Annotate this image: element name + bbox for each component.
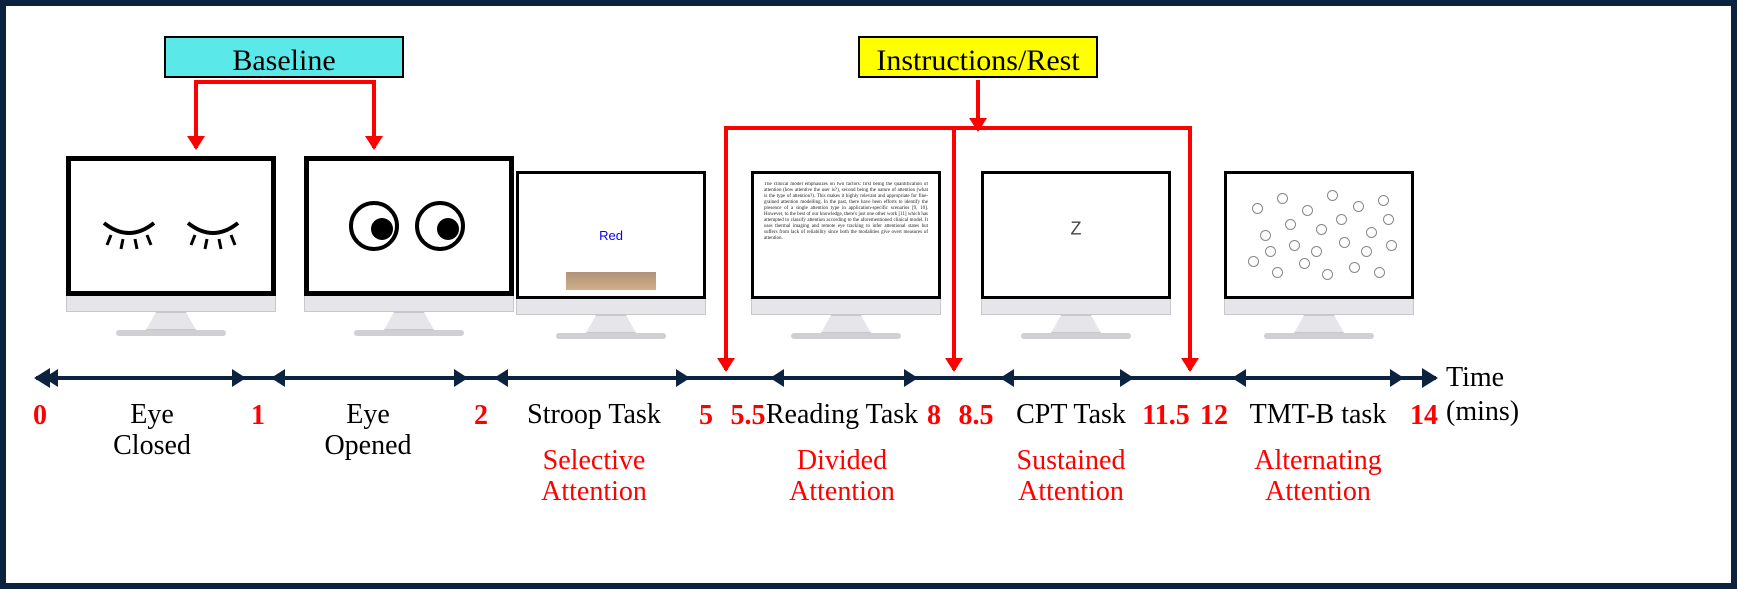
segment-arrow <box>44 376 246 380</box>
axis-time-label: Time <box>1446 362 1504 394</box>
task-label: EyeClosed <box>113 400 191 462</box>
legend-instructions: Instructions/Rest <box>858 36 1098 78</box>
eye-open-icon <box>413 199 468 254</box>
reading-text: The clinical model emphasizes on two fac… <box>764 182 928 288</box>
timeline-axis <box>36 376 1436 380</box>
monitor-stroop: Red <box>516 171 706 339</box>
time-mark: 2 <box>474 400 488 432</box>
arrow-down-icon <box>952 126 956 370</box>
arrow-down-icon <box>1188 126 1192 370</box>
monitor-eye-opened <box>304 156 514 336</box>
segment-arrow <box>770 376 918 380</box>
stroop-word: Red <box>599 228 623 243</box>
stroop-image-icon <box>566 272 656 290</box>
arrow-down-icon <box>372 80 376 148</box>
task-label: EyeOpened <box>324 400 411 462</box>
attention-label: SustainedAttention <box>1017 446 1126 508</box>
eye-closed-icon <box>99 211 159 251</box>
eye-open-icon <box>347 199 402 254</box>
time-mark: 1 <box>251 400 265 432</box>
arrow-down-icon <box>194 80 198 148</box>
attention-label: DividedAttention <box>789 446 895 508</box>
time-mark: 11.5 <box>1142 400 1189 432</box>
legend-baseline: Baseline <box>164 36 404 78</box>
monitor-reading: The clinical model emphasizes on two fac… <box>751 171 941 339</box>
connector <box>976 80 980 130</box>
monitor-eye-closed <box>66 156 276 336</box>
segment-arrow <box>1000 376 1134 380</box>
segment-arrow <box>494 376 690 380</box>
connector <box>196 80 374 84</box>
time-mark: 14 <box>1410 400 1438 432</box>
monitor-cpt: Z <box>981 171 1171 339</box>
time-mark: 8 <box>927 400 941 432</box>
time-mark: 8.5 <box>959 400 994 432</box>
time-mark: 12 <box>1200 400 1228 432</box>
diagram-frame: Baseline Instructions/Rest <box>0 0 1737 589</box>
segment-arrow <box>1232 376 1404 380</box>
segment-arrow <box>271 376 468 380</box>
task-label: TMT-B task <box>1250 400 1387 431</box>
attention-label: SelectiveAttention <box>541 446 647 508</box>
arrow-down-icon <box>724 126 728 370</box>
attention-label: AlternatingAttention <box>1254 446 1382 508</box>
task-label: Stroop Task <box>527 400 661 431</box>
time-mark: 5 <box>699 400 713 432</box>
time-mark: 0 <box>33 400 47 432</box>
axis-unit-label: (mins) <box>1446 396 1519 428</box>
task-label: Reading Task <box>766 400 918 431</box>
tmt-dots-icon <box>1235 182 1403 288</box>
connector <box>724 126 1192 130</box>
cpt-letter: Z <box>1071 218 1082 239</box>
monitor-tmtb <box>1224 171 1414 339</box>
task-label: CPT Task <box>1016 400 1126 431</box>
eye-closed-icon <box>183 211 243 251</box>
time-mark: 5.5 <box>731 400 766 432</box>
